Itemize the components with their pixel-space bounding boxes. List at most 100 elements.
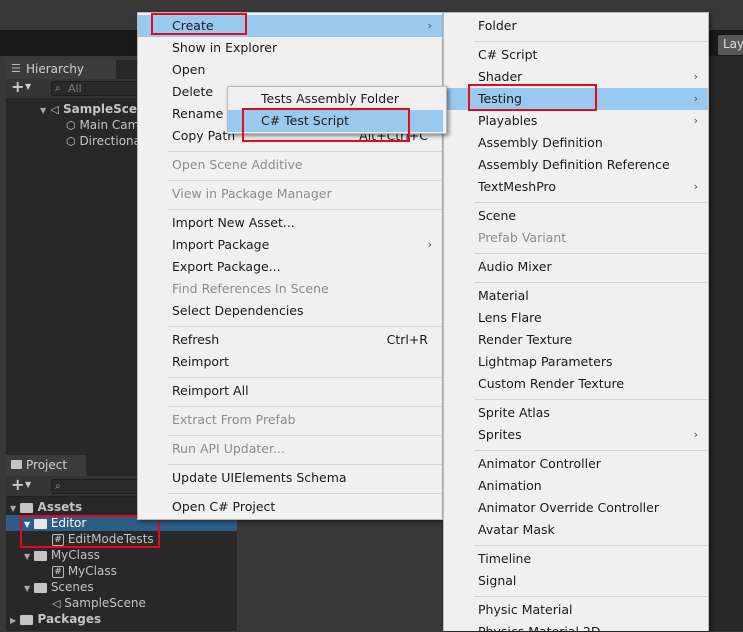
- menu-separator: [168, 180, 442, 181]
- hierarchy-search-input[interactable]: ⌕ All: [51, 81, 141, 96]
- inspector-panel: [709, 56, 743, 631]
- menu-item-folder[interactable]: Folder: [444, 15, 708, 37]
- menu-item-lens-flare[interactable]: Lens Flare: [444, 307, 708, 329]
- annotation-box-test-script: [242, 108, 410, 142]
- menu-separator: [474, 450, 708, 451]
- folder-open-icon: [33, 550, 47, 561]
- project-tab[interactable]: Project: [6, 455, 86, 476]
- menu-item-material[interactable]: Material: [444, 285, 708, 307]
- chevron-down-icon[interactable]: ▼: [25, 82, 31, 91]
- menu-item-open-scene-additive: Open Scene Additive: [172, 157, 303, 172]
- menu-item-open[interactable]: Open: [138, 59, 442, 81]
- menu-item-assembly-definition-reference[interactable]: Assembly Definition Reference: [444, 154, 708, 176]
- menu-item-textmeshpro[interactable]: TextMeshPro ›: [444, 176, 708, 198]
- menu-item-animation[interactable]: Animation: [444, 475, 708, 497]
- add-plus-icon[interactable]: +: [11, 77, 24, 96]
- search-icon: ⌕: [55, 481, 61, 492]
- menu-item-timeline[interactable]: Timeline: [444, 548, 708, 570]
- hierarchy-toolbar: + ▼ ⌕ All: [6, 77, 141, 99]
- menu-item-scene[interactable]: Scene: [444, 205, 708, 227]
- menu-item-animator-override-controller[interactable]: Animator Override Controller: [444, 497, 708, 519]
- menu-item-reimport-all[interactable]: Reimport All: [138, 380, 442, 402]
- chevron-right-icon: ›: [693, 114, 698, 127]
- menu-separator: [474, 545, 708, 546]
- csharp-script-icon: #: [52, 565, 64, 578]
- tree-item-samplescene[interactable]: ◁ SampleScene: [52, 595, 146, 611]
- menu-item-signal[interactable]: Signal: [444, 570, 708, 592]
- menu-item-sprite-atlas[interactable]: Sprite Atlas: [444, 402, 708, 424]
- menu-item-lightmap-parameters[interactable]: Lightmap Parameters: [444, 351, 708, 373]
- menu-separator: [474, 202, 708, 203]
- menu-item-view-in-package-manager: View in Package Manager: [172, 186, 332, 201]
- tree-item-packages[interactable]: ▶ Packages: [10, 611, 101, 627]
- menu-item-playables[interactable]: Playables ›: [444, 110, 708, 132]
- menu-separator: [168, 435, 442, 436]
- chevron-right-icon: ▶: [10, 616, 17, 625]
- chevron-down-icon: ▼: [24, 552, 31, 561]
- list-icon: ☰: [11, 62, 21, 75]
- menu-item-export-package[interactable]: Export Package...: [138, 256, 442, 278]
- menu-item-assembly-definition[interactable]: Assembly Definition: [444, 132, 708, 154]
- tree-item-myclass-script[interactable]: # MyClass: [52, 563, 117, 579]
- menu-separator: [474, 253, 708, 254]
- tree-item-scenes[interactable]: ▼ Scenes: [24, 579, 94, 595]
- chevron-down-icon[interactable]: ▼: [25, 480, 31, 489]
- menu-item-sprites[interactable]: Sprites ›: [444, 424, 708, 446]
- tree-item-myclass-folder[interactable]: ▼ MyClass: [24, 547, 100, 563]
- menu-item-audio-mixer[interactable]: Audio Mixer: [444, 256, 708, 278]
- menu-item-prefab-variant: Prefab Variant: [478, 230, 567, 245]
- menu-item-open-csharp-project[interactable]: Open C# Project: [138, 496, 442, 518]
- menu-item-custom-render-texture[interactable]: Custom Render Texture: [444, 373, 708, 395]
- chevron-down-icon: ▼: [40, 106, 47, 115]
- add-plus-icon[interactable]: +: [11, 475, 24, 494]
- menu-item-find-references: Find References In Scene: [172, 281, 329, 296]
- annotation-box-create: [151, 13, 247, 35]
- menu-item-extract-from-prefab: Extract From Prefab: [172, 412, 296, 427]
- menu-item-show-in-explorer[interactable]: Show in Explorer: [138, 37, 442, 59]
- menu-item-render-texture[interactable]: Render Texture: [444, 329, 708, 351]
- folder-open-icon: [33, 582, 47, 593]
- cube-icon: ⬡: [66, 135, 76, 148]
- menu-separator: [168, 406, 442, 407]
- menu-separator: [474, 399, 708, 400]
- hierarchy-panel: ☰ Hierarchy + ▼ ⌕ All ▼ ◁ SampleScene ⬡ …: [6, 60, 154, 455]
- menu-item-reimport[interactable]: Reimport: [138, 351, 442, 373]
- menu-item-update-uielements[interactable]: Update UIElements Schema: [138, 467, 442, 489]
- menu-item-select-dependencies[interactable]: Select Dependencies: [138, 300, 442, 322]
- folder-icon: [20, 614, 34, 625]
- menu-separator: [168, 151, 442, 152]
- annotation-box-testing: [468, 84, 597, 111]
- menu-item-physic-material[interactable]: Physic Material: [444, 599, 708, 621]
- menu-separator: [474, 41, 708, 42]
- menu-item-run-api-updater: Run API Updater...: [172, 441, 285, 456]
- menu-separator: [168, 464, 442, 465]
- layers-dropdown[interactable]: Lay: [718, 35, 743, 55]
- search-icon: ⌕: [55, 83, 61, 94]
- menu-item-physics-material-2d[interactable]: Physics Material 2D: [444, 621, 708, 632]
- chevron-right-icon: ›: [427, 19, 432, 32]
- menu-separator: [168, 377, 442, 378]
- folder-icon: [11, 460, 22, 469]
- menu-item-animator-controller[interactable]: Animator Controller: [444, 453, 708, 475]
- chevron-right-icon: ›: [427, 238, 432, 251]
- unity-scene-icon: ◁: [52, 597, 61, 610]
- menu-item-avatar-mask[interactable]: Avatar Mask: [444, 519, 708, 541]
- chevron-right-icon: ›: [693, 92, 698, 105]
- menu-separator: [168, 209, 442, 210]
- menu-item-import-new-asset[interactable]: Import New Asset...: [138, 212, 442, 234]
- chevron-down-icon: ▼: [10, 504, 17, 513]
- chevron-down-icon: ▼: [24, 584, 31, 593]
- unity-scene-icon: ◁: [50, 103, 59, 116]
- tree-item-assets[interactable]: ▼ Assets: [10, 499, 82, 515]
- menu-item-import-package[interactable]: Import Package ›: [138, 234, 442, 256]
- cube-icon: ⬡: [66, 119, 76, 132]
- menu-item-tests-assembly-folder[interactable]: Tests Assembly Folder: [228, 88, 446, 110]
- chevron-right-icon: ›: [693, 428, 698, 441]
- shortcut-label: Ctrl+R: [386, 332, 428, 347]
- menu-item-csharp-script[interactable]: C# Script: [444, 44, 708, 66]
- menu-item-refresh[interactable]: Refresh Ctrl+R: [138, 329, 442, 351]
- menu-separator: [474, 596, 708, 597]
- tree-item-camera[interactable]: ⬡ Main Cam: [66, 117, 139, 133]
- menu-separator: [168, 493, 442, 494]
- tree-item-light[interactable]: ⬡ Directiona: [66, 133, 141, 149]
